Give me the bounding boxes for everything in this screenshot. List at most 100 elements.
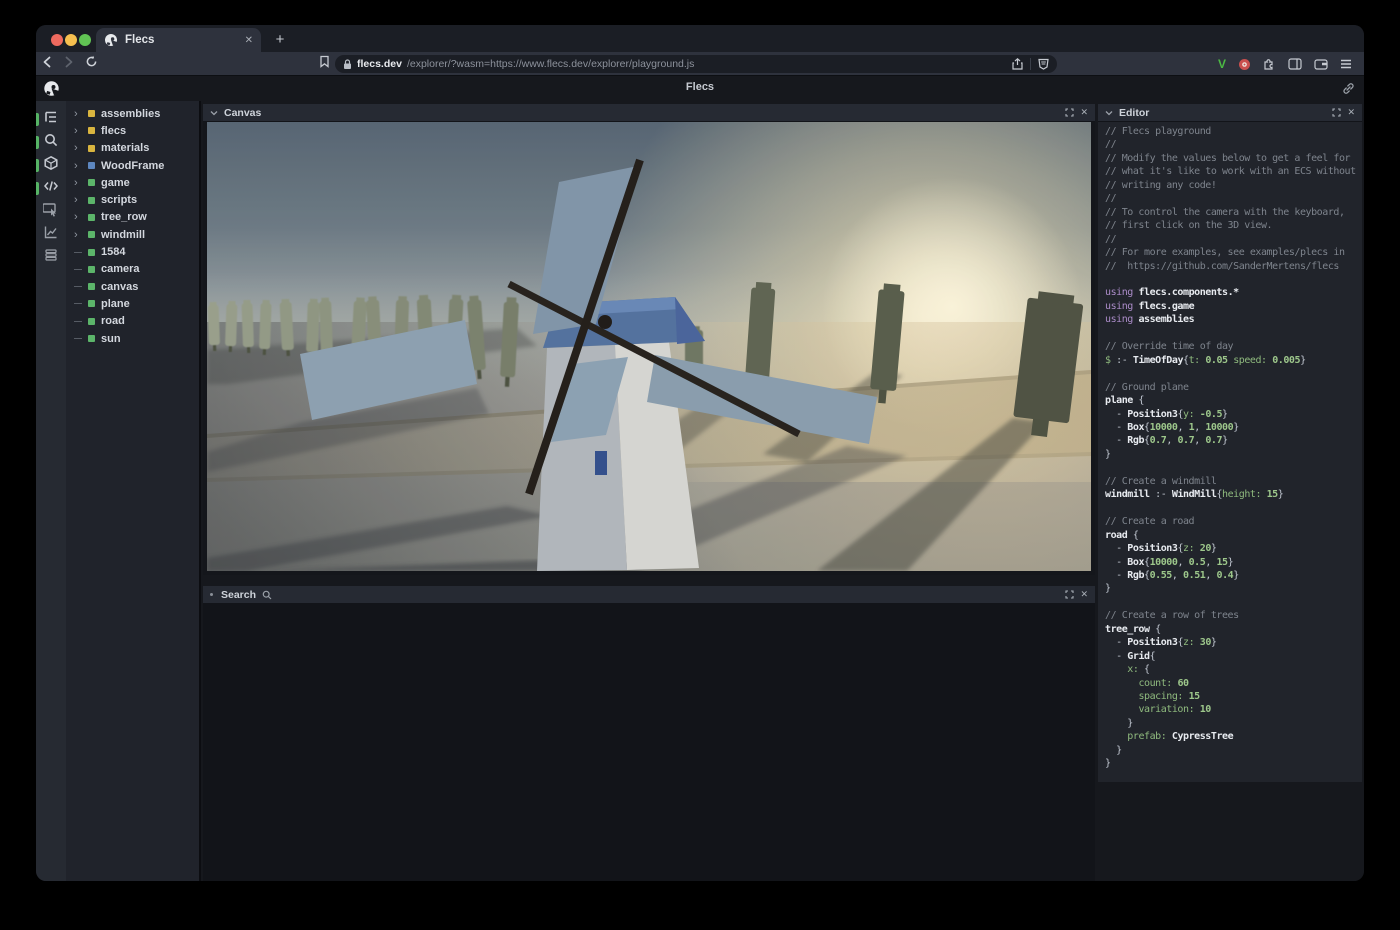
window-minimize-button[interactable]: [65, 34, 77, 46]
tree-item-tree_row[interactable]: ›tree_row: [66, 209, 199, 226]
close-panel-icon[interactable]: ✕: [1080, 589, 1088, 600]
lock-icon: [343, 59, 352, 70]
entity-tree: ›assemblies›flecs›materials›WoodFrame›ga…: [66, 101, 201, 881]
search-icon: [262, 590, 272, 600]
strip-button-search-icon[interactable]: [36, 131, 66, 154]
tree-item-1584[interactable]: 1584: [66, 243, 199, 260]
brave-shield-icon[interactable]: [1038, 58, 1049, 70]
fullscreen-icon[interactable]: [1065, 108, 1074, 117]
tree-item-camera[interactable]: camera: [66, 261, 199, 278]
strip-button-entity-hierarchy-icon[interactable]: [36, 108, 66, 131]
code-icon: [43, 178, 59, 199]
red-extension-icon[interactable]: [1238, 58, 1251, 71]
window-close-button[interactable]: [51, 34, 63, 46]
expand-arrow-icon[interactable]: ›: [74, 230, 82, 240]
menu-hamburger-icon[interactable]: [1340, 59, 1352, 69]
chevron-down-icon[interactable]: [210, 110, 218, 116]
close-panel-icon[interactable]: ✕: [1347, 107, 1355, 118]
canvas-panel: Canvas ✕: [203, 104, 1095, 575]
search-panel: Search ✕: [203, 586, 1095, 881]
expand-arrow-icon[interactable]: ›: [74, 161, 82, 171]
entity-color-square: [88, 127, 95, 134]
entity-color-square: [88, 197, 95, 204]
entity-color-square: [88, 145, 95, 152]
tree-item-road[interactable]: road: [66, 313, 199, 330]
browser-tab[interactable]: Flecs ✕: [96, 28, 261, 52]
tree-item-label: flecs: [101, 125, 126, 137]
entity-color-square: [88, 162, 95, 169]
active-indicator-pill: [36, 136, 39, 149]
editor-panel: Editor ✕ // Flecs playground//// Modify …: [1098, 104, 1362, 782]
expand-arrow-icon[interactable]: ›: [74, 109, 82, 119]
tree-item-label: sun: [101, 333, 121, 345]
strip-button-code-icon[interactable]: [36, 177, 66, 200]
share-icon[interactable]: [1012, 58, 1023, 70]
tree-item-assemblies[interactable]: › assemblies: [66, 105, 199, 122]
tab-bar: Flecs ✕ +: [36, 25, 1364, 52]
tab-close-icon[interactable]: ✕: [245, 35, 253, 46]
strip-button-inspector-icon[interactable]: [36, 200, 66, 223]
forward-button[interactable]: [58, 55, 80, 73]
tree-item-label: WoodFrame: [101, 160, 164, 172]
bookmark-icon[interactable]: [319, 55, 330, 73]
url-bar[interactable]: flecs.dev /explorer/?wasm=https://www.fl…: [335, 55, 1057, 73]
tree-item-flecs[interactable]: › flecs: [66, 122, 199, 139]
expand-arrow-icon[interactable]: ›: [74, 178, 82, 188]
chevron-down-icon[interactable]: [1105, 110, 1113, 116]
code-editor[interactable]: // Flecs playground//// Modify the value…: [1098, 122, 1362, 771]
page-header: Flecs: [36, 76, 1364, 101]
v-extension-icon[interactable]: V: [1218, 57, 1226, 71]
leaf-dash-icon: [74, 269, 82, 270]
sidebar-toggle-icon[interactable]: [1288, 58, 1302, 70]
tree-item-plane[interactable]: plane: [66, 295, 199, 312]
entity-color-square: [88, 300, 95, 307]
tree-item-WoodFrame[interactable]: › WoodFrame: [66, 157, 199, 174]
canvas-panel-title: Canvas: [224, 107, 261, 119]
extensions-puzzle-icon[interactable]: [1263, 58, 1276, 71]
search-panel-header: Search ✕: [203, 586, 1095, 604]
tree-item-canvas[interactable]: canvas: [66, 278, 199, 295]
new-tab-button[interactable]: +: [270, 30, 290, 50]
stats-chart-icon: [43, 224, 59, 245]
tree-item-label: assemblies: [101, 108, 160, 120]
tree-item-label: 1584: [101, 246, 125, 258]
active-indicator-pill: [36, 113, 39, 126]
expand-arrow-icon[interactable]: ›: [74, 195, 82, 205]
leaf-dash-icon: [74, 321, 82, 322]
strip-button-stats-chart-icon[interactable]: [36, 223, 66, 246]
expand-arrow-icon[interactable]: ›: [74, 126, 82, 136]
tree-item-sun[interactable]: sun: [66, 330, 199, 347]
strip-button-rows-icon[interactable]: [36, 246, 66, 269]
fullscreen-icon[interactable]: [1332, 108, 1341, 117]
tree-item-scripts[interactable]: ›scripts: [66, 191, 199, 208]
leaf-dash-icon: [74, 303, 82, 304]
browser-toolbar: flecs.dev /explorer/?wasm=https://www.fl…: [36, 52, 1364, 76]
reload-button[interactable]: [80, 55, 102, 73]
tree-item-materials[interactable]: ›materials: [66, 140, 199, 157]
divider: [1030, 58, 1031, 70]
expand-arrow-icon[interactable]: ›: [74, 212, 82, 222]
entity-color-square: [88, 335, 95, 342]
back-button[interactable]: [36, 55, 58, 73]
tree-item-label: windmill: [101, 229, 145, 241]
close-panel-icon[interactable]: ✕: [1080, 107, 1088, 118]
window-zoom-button[interactable]: [79, 34, 91, 46]
entity-color-square: [88, 110, 95, 117]
fullscreen-icon[interactable]: [1065, 590, 1074, 599]
tree-item-label: road: [101, 315, 125, 327]
canvas-panel-header: Canvas ✕: [203, 104, 1095, 122]
strip-button-cube-icon[interactable]: [36, 154, 66, 177]
left-icon-strip: [36, 101, 66, 881]
expand-arrow-icon[interactable]: ›: [74, 143, 82, 153]
link-icon[interactable]: [1342, 82, 1355, 95]
canvas-3d-scene[interactable]: [207, 122, 1091, 571]
rows-icon: [43, 247, 59, 268]
tree-item-label: camera: [101, 263, 140, 275]
tree-item-label: plane: [101, 298, 130, 310]
active-indicator-pill: [36, 159, 39, 172]
tree-item-game[interactable]: ›game: [66, 174, 199, 191]
leaf-dash-icon: [74, 286, 82, 287]
wallet-icon[interactable]: [1314, 58, 1328, 70]
tree-item-windmill[interactable]: › windmill: [66, 226, 199, 243]
collapsed-dot-icon[interactable]: [210, 593, 213, 596]
